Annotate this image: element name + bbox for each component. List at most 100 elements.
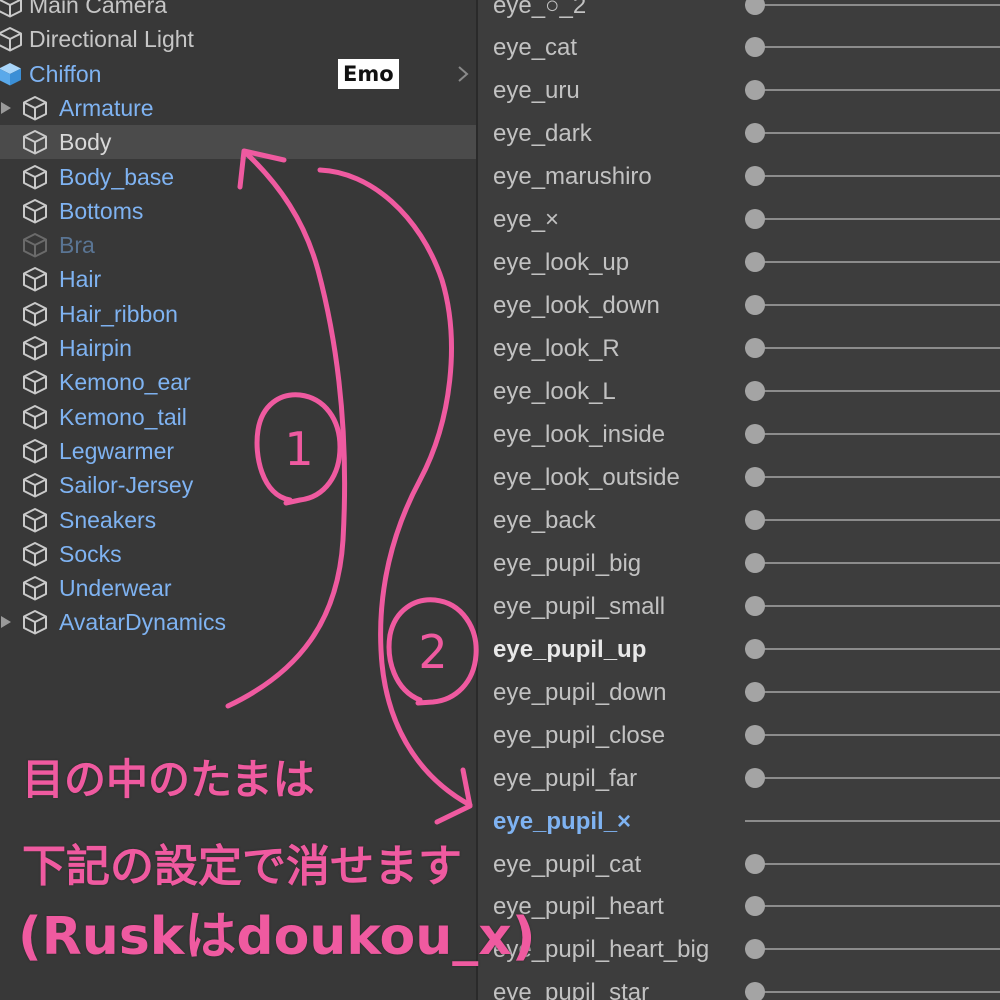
blendshape-slider-handle[interactable] <box>745 209 765 230</box>
blendshape-slider-track[interactable] <box>745 776 1000 779</box>
cube-icon <box>22 164 48 190</box>
blendshape-row: eye_marushiro <box>478 155 1000 198</box>
blendshape-slider-track[interactable] <box>745 948 1000 951</box>
hierarchy-row[interactable]: Kemono_ear <box>0 365 476 399</box>
inspector-blendshapes-panel: eye_○_2 eye_cat eye_uru eye_dark eye_marushi… <box>478 0 1000 1000</box>
blendshape-label: eye_pupil_cat <box>493 850 642 878</box>
blendshape-row: eye_uru <box>478 69 1000 112</box>
blendshape-row: eye_back <box>478 499 1000 542</box>
blendshape-row: eye_look_down <box>478 284 1000 327</box>
hierarchy-row[interactable]: Directional Light <box>0 22 476 56</box>
blendshape-slider-handle[interactable] <box>745 424 765 444</box>
blendshape-slider-handle[interactable] <box>745 638 765 659</box>
cube-icon <box>22 404 48 430</box>
hierarchy-row[interactable]: Sneakers <box>0 503 476 537</box>
blendshape-slider-track[interactable] <box>745 862 1000 865</box>
hierarchy-item-label: Underwear <box>59 575 172 602</box>
blendshape-label: eye_pupil_close <box>493 721 666 749</box>
blendshape-label: eye_look_R <box>493 335 620 363</box>
blendshape-slider-handle[interactable] <box>745 595 765 616</box>
hierarchy-row[interactable]: Legwarmer <box>0 434 476 468</box>
blendshape-slider-handle[interactable] <box>745 509 765 530</box>
blendshape-row: eye_look_R <box>478 327 1000 370</box>
blendshape-slider-handle[interactable] <box>745 381 765 402</box>
blendshape-label: eye_○_2 <box>493 0 587 19</box>
hierarchy-item-label: Directional Light <box>29 26 194 53</box>
hierarchy-item-label: Main Camera <box>29 0 168 18</box>
hierarchy-row[interactable]: Hair <box>0 262 476 296</box>
blendshape-slider-track[interactable] <box>745 89 1000 92</box>
blendshape-slider-track[interactable] <box>745 132 1000 135</box>
blendshape-slider-track[interactable] <box>745 733 1000 736</box>
blendshape-slider-track[interactable] <box>745 304 1000 307</box>
blendshape-slider-handle[interactable] <box>745 252 765 273</box>
expand-arrow-icon[interactable] <box>1 101 11 114</box>
blendshape-row: eye_pupil_heart_big <box>478 928 1000 971</box>
blendshape-slider-track[interactable] <box>745 3 1000 6</box>
blendshape-slider-track[interactable] <box>745 991 1000 994</box>
hierarchy-row[interactable]: Hair_ribbon <box>0 297 476 331</box>
blendshape-label: eye_look_down <box>493 292 660 320</box>
hierarchy-row[interactable]: Underwear <box>0 571 476 605</box>
blendshape-slider-track[interactable] <box>745 433 1000 435</box>
hierarchy-row[interactable]: Hairpin <box>0 331 476 365</box>
blendshape-label: eye_pupil_small <box>493 592 666 620</box>
hierarchy-item-label: Kemono_tail <box>59 403 187 430</box>
blendshape-label: eye_dark <box>493 120 592 148</box>
blendshape-slider-handle[interactable] <box>745 338 765 359</box>
blendshape-slider-handle[interactable] <box>745 982 765 1000</box>
blendshape-slider-handle[interactable] <box>745 295 765 316</box>
blendshape-slider-handle[interactable] <box>745 552 765 573</box>
annotation-text-line-3: (Ruskはdoukou_x) <box>18 907 536 967</box>
blendshape-slider-handle[interactable] <box>745 123 765 144</box>
hierarchy-row[interactable]: Body <box>0 125 476 160</box>
hierarchy-row[interactable]: AvatarDynamics <box>0 605 476 639</box>
hierarchy-row[interactable]: Socks <box>0 537 476 571</box>
blendshape-label: eye_look_L <box>493 378 616 406</box>
expand-arrow-icon[interactable] <box>1 616 11 629</box>
blendshape-slider-handle[interactable] <box>745 466 765 487</box>
blendshape-slider-track[interactable] <box>745 218 1000 221</box>
blendshape-slider-handle[interactable] <box>745 681 765 702</box>
blendshape-slider-track[interactable] <box>745 819 1000 822</box>
blendshape-row: eye_pupil_small <box>478 585 1000 628</box>
blendshape-slider-handle[interactable] <box>745 37 765 58</box>
hierarchy-row[interactable]: Bottoms <box>0 194 476 228</box>
blendshape-slider-track[interactable] <box>745 46 1000 49</box>
blendshape-slider-handle[interactable] <box>745 896 765 917</box>
blendshape-row: eye_look_inside <box>478 413 1000 456</box>
hierarchy-row[interactable]: Kemono_tail <box>0 400 476 434</box>
blendshape-slider-handle[interactable] <box>745 939 765 960</box>
blendshape-slider-track[interactable] <box>745 690 1000 693</box>
hierarchy-item-label: Chiffon <box>29 60 102 87</box>
blendshape-slider-track[interactable] <box>745 475 1000 478</box>
hierarchy-row[interactable]: Bra <box>0 228 476 262</box>
hierarchy-item-label: Legwarmer <box>59 437 175 464</box>
blendshape-slider-track[interactable] <box>745 604 1000 607</box>
blendshape-slider-handle[interactable] <box>745 166 765 187</box>
hierarchy-row[interactable]: Sailor-Jersey <box>0 468 476 502</box>
blendshape-slider-handle[interactable] <box>745 724 765 745</box>
hierarchy-row[interactable]: Armature <box>0 91 476 125</box>
blendshape-slider-handle[interactable] <box>745 0 765 15</box>
hierarchy-row[interactable]: Chiffon Emo <box>0 57 476 91</box>
cube-icon <box>22 507 48 533</box>
hierarchy-item-label: Hair_ribbon <box>59 300 178 327</box>
blendshape-label: eye_pupil_down <box>493 678 667 706</box>
blendshape-slider-track[interactable] <box>745 647 1000 650</box>
blendshape-slider-track[interactable] <box>745 175 1000 178</box>
hierarchy-row[interactable]: Body_base <box>0 160 476 194</box>
hierarchy-row[interactable]: Main Camera <box>0 0 476 22</box>
blendshape-slider-track[interactable] <box>745 261 1000 264</box>
blendshape-slider-track[interactable] <box>745 518 1000 521</box>
blendshape-slider-handle[interactable] <box>745 80 765 101</box>
blendshape-slider-track[interactable] <box>745 905 1000 908</box>
blendshape-row: eye_look_up <box>478 241 1000 284</box>
blendshape-slider-handle[interactable] <box>745 853 765 874</box>
blendshape-slider-handle[interactable] <box>745 767 765 788</box>
hierarchy-item-label: Kemono_ear <box>59 369 191 396</box>
blendshape-slider-track[interactable] <box>745 347 1000 350</box>
blendshape-slider-track[interactable] <box>745 390 1000 393</box>
blendshape-slider-track[interactable] <box>745 561 1000 564</box>
chevron-right-icon[interactable] <box>456 65 470 83</box>
